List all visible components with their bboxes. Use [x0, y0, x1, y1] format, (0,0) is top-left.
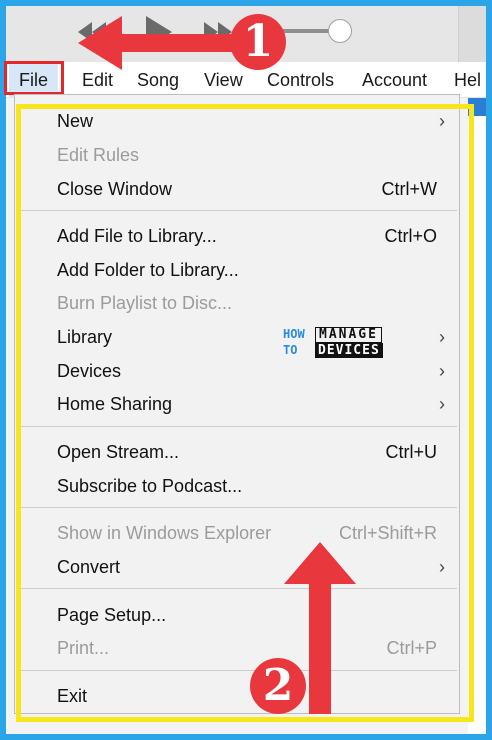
play-button[interactable]: [140, 14, 176, 50]
play-icon: [146, 16, 172, 48]
step-2-number: 2: [262, 660, 294, 711]
file-menu-highlight-box: [4, 61, 64, 95]
menu-edit[interactable]: Edit: [82, 62, 113, 98]
menu-song[interactable]: Song: [137, 62, 179, 98]
toolbar-side-panel: [458, 6, 486, 62]
fast-forward-icon: [204, 22, 232, 42]
menu-help[interactable]: Hel: [454, 62, 481, 98]
rewind-icon: [78, 22, 106, 42]
menu-bar: File Edit Song View Controls Account Hel: [6, 62, 486, 98]
rewind-button[interactable]: [74, 14, 110, 50]
volume-slider-knob[interactable]: [328, 19, 352, 43]
menu-account[interactable]: Account: [362, 62, 427, 98]
menu-controls[interactable]: Controls: [267, 62, 334, 98]
menu-highlight-box: [16, 104, 474, 722]
step-1-number: 1: [242, 16, 274, 67]
fast-forward-button[interactable]: [200, 14, 236, 50]
menu-view[interactable]: View: [204, 62, 243, 98]
